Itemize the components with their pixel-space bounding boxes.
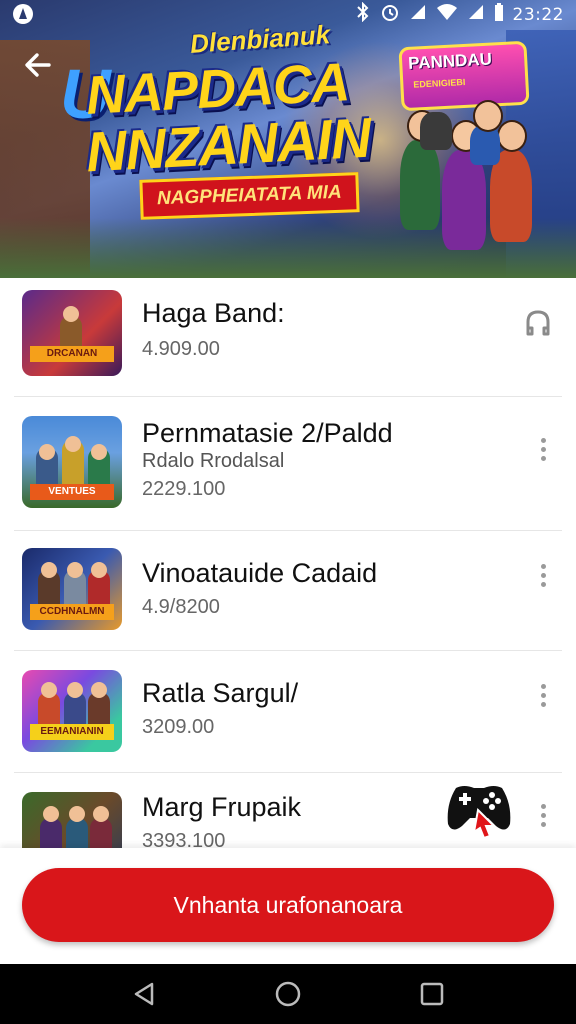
hero-banner: Dlenbianuk U NAPDACA NNZANAIN NAGPHEIATA… [0,0,576,278]
battery-icon [494,2,504,27]
thumb-figure-head [67,562,83,578]
thumb-label: CCDHNALMN [30,604,114,620]
thumb-label: EEMANIANIN [30,724,114,740]
signal-icon [409,3,427,26]
back-triangle-icon[interactable] [124,974,164,1014]
hero-figure [420,112,452,150]
game-name: Pernmatasie 2/Paldd [142,418,393,448]
more-vert-icon[interactable] [536,680,550,720]
primary-action-button[interactable]: Vnhanta urafonanoara [22,868,554,942]
game-price: 2229.100 [142,478,226,500]
thumb-figure [66,818,88,848]
alarm-icon [380,2,400,27]
game-name: Marg Frupaik [142,792,302,822]
thumb-figure-head [69,806,85,822]
thumb-label: VENTUES [30,484,114,500]
thumb-figure [40,818,62,848]
thumb-figure-head [43,806,59,822]
list-item[interactable]: CCDHNALMN Vinoatauide Cadaid 4.9/8200 [14,530,562,651]
back-button[interactable] [18,48,58,88]
arrow-left-icon [25,53,51,77]
banner-subtitle: NAGPHEIATATA MIA [139,172,360,220]
game-price: 4.909.00 [142,338,220,360]
hero-figure [400,140,440,230]
thumb-figure-head [65,436,81,452]
signal-icon [467,3,485,26]
list-item[interactable]: EEMANIANIN Ratla Sargul/ 3209.00 [14,650,562,773]
more-vert-icon[interactable] [536,560,550,600]
game-thumbnail: CCDHNALMN [22,548,122,630]
thumb-figure-head [63,306,79,322]
game-thumbnail: EEMANIANIN [22,670,122,752]
bottom-action-area: Vnhanta urafonanoara [0,848,576,964]
game-name: Vinoatauide Cadaid [142,558,378,588]
system-nav-bar [0,964,576,1024]
banner-logo: PANNDAU EDENIGIEBI [398,40,530,112]
game-name: Haga Band: [142,298,285,328]
thumb-figure-head [39,444,55,460]
thumb-label: DRCANAN [30,346,114,362]
bluetooth-icon [355,1,371,27]
thumb-figure-head [91,682,107,698]
game-thumbnail: DRCANAN [22,290,122,376]
thumb-figure-head [93,806,109,822]
more-vert-icon[interactable] [536,434,550,474]
list-item[interactable]: Marg Frupaik 3393.100 [14,772,562,848]
game-thumbnail: VENTUES [22,416,122,508]
thumb-figure-head [41,562,57,578]
status-time: 23:22 [512,4,564,25]
banner-logo-sub: EDENIGIEBI [413,76,466,90]
game-price: 3393.100 [142,830,226,848]
thumb-figure-head [91,444,107,460]
home-circle-icon[interactable] [268,974,308,1014]
hero-head [497,120,527,152]
banner-logo-title: PANNDAU [407,49,493,73]
list-item[interactable]: DRCANAN Haga Band: 4.909.00 [14,278,562,397]
hero-figure [442,150,486,250]
status-bar: 23:22 [0,0,576,26]
app-notification-icon [12,3,34,30]
hero-head [473,100,503,132]
list-item[interactable]: VENTUES Pernmatasie 2/Paldd Rdalo Rrodal… [14,396,562,531]
recents-square-icon[interactable] [412,974,452,1014]
game-name: Ratla Sargul/ [142,678,299,708]
game-subtitle: Rdalo Rrodalsal [142,450,285,472]
game-price: 3209.00 [142,716,215,738]
wifi-icon [436,3,458,26]
thumb-figure-head [67,682,83,698]
game-price: 4.9/8200 [142,596,220,618]
headphones-icon[interactable] [522,306,554,338]
more-vert-icon[interactable] [536,800,550,840]
thumb-figure-head [41,682,57,698]
thumb-figure [90,818,112,848]
thumb-figure-head [91,562,107,578]
gamepad-icon[interactable] [444,780,514,842]
game-thumbnail [22,792,122,848]
